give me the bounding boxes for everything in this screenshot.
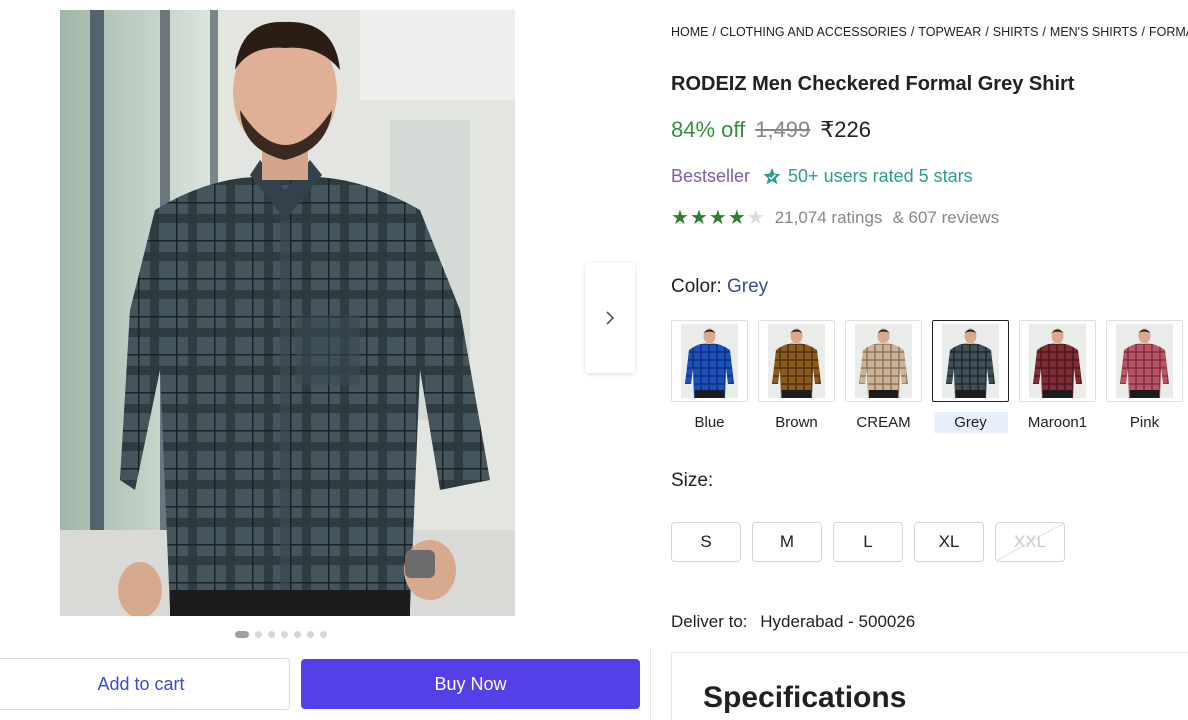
shirt-thumbnail-image [681,324,738,398]
color-swatch-thumbnail [758,320,835,402]
selling-price: ₹226 [820,117,871,142]
color-swatch-thumbnail [845,320,922,402]
next-image-button[interactable] [585,263,635,373]
breadcrumb-item[interactable]: FORMA [1149,25,1188,39]
model-photo [60,10,515,616]
color-swatch-brown[interactable]: Brown [758,320,835,433]
users-rated-text: 50+ users rated 5 stars [788,166,973,186]
color-swatch-label: Blue [694,414,725,431]
color-swatch-thumbnail [671,320,748,402]
gallery-dot[interactable] [235,631,249,638]
color-label-text: Color: [671,276,722,297]
breadcrumb-separator: / [1042,25,1046,39]
product-title: RODEIZ Men Checkered Formal Grey Shirt [671,73,1075,95]
gallery-dot[interactable] [268,631,275,638]
shirt-thumbnail-image [1029,324,1086,398]
buy-now-label: Buy Now [434,673,507,694]
gallery-dot[interactable] [320,631,327,638]
original-price: 1,499 [755,117,811,142]
divider [650,648,651,720]
color-swatch-thumbnail [1106,320,1183,402]
buy-now-button[interactable]: Buy Now [301,659,640,709]
gallery-dot[interactable] [294,631,301,638]
star-filled-icon: ★ [708,207,727,229]
star-badge-icon [763,167,781,184]
color-swatch-label: Pink [1129,414,1160,431]
shirt-thumbnail-image [768,324,825,398]
size-option-label: L [863,532,873,551]
size-label: Size: [671,470,714,491]
color-swatch-cream[interactable]: CREAM [845,320,922,433]
color-swatch-label: Grey [933,412,1008,433]
delivery-location: Hyderabad - 500026 [760,612,916,631]
color-swatch-thumbnail [932,320,1009,402]
users-rated-badge: 50+ users rated 5 stars [762,166,973,187]
product-gallery: Add to cart Buy Now [0,0,652,720]
breadcrumb-separator: / [712,25,716,39]
color-swatch-thumbnail [1019,320,1096,402]
breadcrumb-separator: / [1141,25,1145,39]
size-options: S M L XL XXL [671,522,1065,562]
add-to-cart-button[interactable]: Add to cart [0,658,290,710]
size-option-label: S [700,532,712,551]
selected-color: Grey [726,276,769,297]
product-main-image[interactable] [60,10,515,616]
color-swatch-blue[interactable]: Blue [671,320,748,433]
reviews-count: & 607 reviews [892,208,1000,227]
gallery-dot[interactable] [255,631,262,638]
size-option-label: M [779,532,795,551]
gallery-dot[interactable] [281,631,288,638]
size-option-s[interactable]: S [671,522,741,562]
ratings-row[interactable]: ★ ★ ★ ★ ★ 21,074 ratings & 607 reviews [671,208,999,228]
color-swatch-grey[interactable]: Grey [932,320,1009,433]
color-swatch-maroon1[interactable]: Maroon1 [1019,320,1096,433]
breadcrumb-item[interactable]: SHIRTS [993,25,1039,39]
breadcrumb-separator: / [910,25,915,39]
shirt-thumbnail-image [942,324,999,398]
size-option-l[interactable]: L [833,522,903,562]
breadcrumb-item[interactable]: TOPWEAR [918,25,981,39]
specifications-title: Specifications [703,681,907,714]
star-filled-icon: ★ [727,207,746,229]
discount-percent: 84% off [671,117,746,142]
deliver-label: Deliver to: [671,612,748,631]
breadcrumb-separator: / [985,25,989,39]
star-filled-icon: ★ [671,207,689,229]
shirt-thumbnail-image [1116,324,1173,398]
gallery-dot[interactable] [307,631,314,638]
color-swatch-label: Maroon1 [1027,414,1088,431]
size-option-m[interactable]: M [752,522,822,562]
price-row: 84% off 1,499 ₹226 [671,117,871,143]
ratings-count: 21,074 ratings [774,208,883,227]
star-empty-icon: ★ [746,207,765,229]
chevron-right-icon [606,311,615,325]
size-option-xxl: XXL [995,522,1065,562]
add-to-cart-label: Add to cart [97,673,185,694]
breadcrumb-item[interactable]: HOME [671,25,709,39]
breadcrumb-item[interactable]: CLOTHING AND ACCESSORIES [720,25,907,39]
breadcrumb: HOME / CLOTHING AND ACCESSORIES / TOPWEAR / SH… [671,25,1188,39]
badge-row: Bestseller 50+ users rated 5 stars [671,166,973,187]
star-filled-icon: ★ [689,207,708,229]
gallery-dots [235,631,327,638]
shirt-thumbnail-image [855,324,912,398]
size-option-label: XL [938,532,960,551]
breadcrumb-item[interactable]: MEN'S SHIRTS [1050,25,1138,39]
color-swatches: Blue Brown CREAM Grey Maroon1 Pink [671,320,1183,433]
unavailable-strike [996,523,1064,561]
bestseller-badge: Bestseller [671,166,751,186]
product-details: HOME / CLOTHING AND ACCESSORIES / TOPWEAR / SH… [671,0,1188,720]
color-swatch-label: CREAM [856,414,911,431]
specifications-section: Specifications [671,652,1188,720]
color-label: Color: Grey [671,276,768,298]
color-swatch-label: Brown [775,414,818,431]
rating-stars: ★ ★ ★ ★ ★ [671,208,765,228]
color-swatch-pink[interactable]: Pink [1106,320,1183,433]
delivery-info[interactable]: Deliver to: Hyderabad - 500026 [671,612,915,632]
size-option-xl[interactable]: XL [914,522,984,562]
